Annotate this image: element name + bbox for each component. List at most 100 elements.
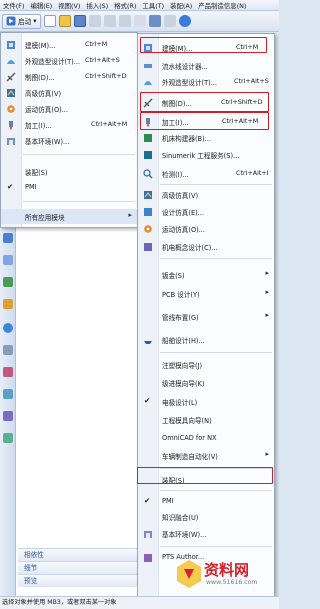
submenu-item-pcb-design[interactable]: PCB 设计(Y) ▸ xyxy=(138,286,274,301)
submenu-arrow-icon: ▸ xyxy=(265,269,269,277)
submenu-item-sinumerik[interactable]: Sinumerik 工程服务(S)... xyxy=(138,147,274,162)
menu-separator xyxy=(160,490,272,491)
submenu-item-engineering-die-wizard[interactable]: 工程模具向导(N) xyxy=(138,412,274,427)
menu-file[interactable]: 文件(F) xyxy=(3,1,24,10)
details-section[interactable]: 细节 xyxy=(18,561,138,574)
menu-item-drafting[interactable]: 制图(D)... Ctrl+Shift+D xyxy=(1,69,137,84)
constraint-navigator-icon[interactable] xyxy=(3,255,13,265)
reuse-library-icon[interactable] xyxy=(3,299,13,309)
copy-icon[interactable] xyxy=(103,15,116,27)
motion-simulation-icon xyxy=(7,105,15,113)
save-icon[interactable] xyxy=(73,15,86,27)
modeling-icon xyxy=(7,41,15,49)
open-folder-icon[interactable] xyxy=(58,15,71,27)
menu-format[interactable]: 格式(R) xyxy=(114,1,136,10)
highlight-box-modeling xyxy=(140,37,267,53)
watermark-logo-icon xyxy=(177,560,201,588)
watermark-text: 资料网 xyxy=(204,561,250,579)
submenu-item-advanced-simulation[interactable]: 高级仿真(V) xyxy=(138,187,274,202)
menu-view[interactable]: 视图(V) xyxy=(58,1,80,10)
line-designer-icon xyxy=(144,64,152,68)
menu-edit[interactable]: 编辑(E) xyxy=(30,1,52,10)
roles-icon[interactable] xyxy=(3,411,13,421)
start-button[interactable]: 启动 ▾ xyxy=(2,13,41,29)
submenu-item-electrode-design[interactable]: ✔ 电极设计(L) xyxy=(138,394,274,409)
gateway-icon xyxy=(7,138,15,145)
submenu-item-routing[interactable]: 管线布置(G) ▸ xyxy=(138,309,274,324)
submenu-item-mold-wizard[interactable]: 注塑模向导(J) xyxy=(138,357,274,372)
process-studio-icon[interactable] xyxy=(3,389,13,399)
sinumerik-icon xyxy=(144,151,152,159)
menu-separator xyxy=(23,201,135,202)
menu-separator xyxy=(160,184,272,185)
web-browser-icon[interactable] xyxy=(3,323,13,333)
submenu-item-vehicle-automation[interactable]: 车辆制造自动化(V) ▸ xyxy=(138,448,274,463)
submenu-arrow-icon: ▸ xyxy=(265,288,269,296)
submenu-item-design-simulation[interactable]: 设计仿真(E)... xyxy=(138,204,274,219)
submenu-item-shape-studio[interactable]: 外观造型设计(T)... Ctrl+Alt+S xyxy=(138,74,274,89)
menu-insert[interactable]: 插入(S) xyxy=(86,1,108,10)
highlight-box-assemblies xyxy=(137,467,273,484)
submenu-item-progressive-die-wizard[interactable]: 级进模向导(K) xyxy=(138,375,274,390)
system-materials-icon[interactable] xyxy=(3,367,13,377)
submenu-item-knowledge-fusion[interactable]: 知识融合(U) xyxy=(138,509,274,524)
menu-item-gateway[interactable]: 基本环境(W)... xyxy=(1,133,137,148)
submenu-item-omnicad[interactable]: OmniCAD for NX xyxy=(138,431,274,446)
mechatronics-icon xyxy=(144,243,152,251)
submenu-arrow-icon: ▸ xyxy=(128,211,132,219)
checkmark-icon: ✔ xyxy=(144,396,151,405)
gateway-icon xyxy=(144,531,152,538)
paste-icon[interactable] xyxy=(118,15,131,27)
menu-item-pmi[interactable]: ✔ PMI xyxy=(1,180,137,195)
menu-item-advanced-simulation[interactable]: 高级仿真(V) xyxy=(1,85,137,100)
system-scene-icon[interactable] xyxy=(3,433,13,443)
machine-tool-builder-icon xyxy=(144,134,152,142)
help-icon[interactable] xyxy=(178,15,191,27)
manufacturing-icon xyxy=(9,121,13,130)
menu-pmi[interactable]: 产品制造信息(N) xyxy=(198,1,246,10)
checkmark-icon: ✔ xyxy=(7,182,14,191)
menu-item-all-applications[interactable]: 所有应用模块 ▸ xyxy=(1,209,137,224)
advanced-simulation-icon xyxy=(7,89,15,97)
standard-toolbar: 启动 ▾ xyxy=(0,11,279,32)
submenu-item-gateway[interactable]: 基本环境(W)... xyxy=(138,526,274,541)
assembly-navigator-icon[interactable] xyxy=(3,233,13,243)
watermark-url: www.51616.com xyxy=(206,579,258,586)
redo-icon[interactable] xyxy=(163,15,176,27)
menu-tools[interactable]: 工具(T) xyxy=(142,1,164,10)
menu-item-motion-simulation[interactable]: 运动仿真(O)... xyxy=(1,101,137,116)
new-file-icon[interactable] xyxy=(43,15,56,27)
menu-assemblies[interactable]: 装配(A) xyxy=(170,1,192,10)
submenu-item-mechatronics[interactable]: 机电概念设计(C)... xyxy=(138,239,274,254)
dependencies-section[interactable]: 相依性 xyxy=(18,548,138,561)
preview-section[interactable]: 预览 xyxy=(18,574,138,587)
submenu-item-sheet-metal[interactable]: 钣金(S) ▸ xyxy=(138,267,274,282)
menu-item-modeling[interactable]: 建模(M)... Ctrl+M xyxy=(1,37,137,52)
ship-design-icon xyxy=(144,341,152,344)
submenu-item-inspection[interactable]: 检测(I)... Ctrl+Alt+I xyxy=(138,166,274,181)
highlight-box-drafting xyxy=(140,92,269,112)
submenu-item-line-designer[interactable]: 流水线设计器... xyxy=(138,58,274,73)
checkmark-icon: ✔ xyxy=(144,496,151,505)
shape-studio-icon xyxy=(144,81,152,85)
watermark: 资料网 www.51616.com xyxy=(176,555,276,597)
menu-item-shape-studio[interactable]: 外观造型设计(T)... Ctrl+Alt+S xyxy=(1,53,137,68)
menu-separator xyxy=(160,352,272,353)
part-navigator-icon[interactable] xyxy=(3,277,13,287)
menu-separator xyxy=(160,258,272,259)
submenu-item-motion-simulation[interactable]: 运动仿真(O)... xyxy=(138,221,274,236)
highlight-box-manufacturing xyxy=(140,112,269,130)
motion-simulation-icon xyxy=(144,225,152,233)
submenu-item-machine-tool-builder[interactable]: 机床构建器(B)... xyxy=(138,130,274,145)
history-icon[interactable] xyxy=(3,345,13,355)
submenu-item-ship-design[interactable]: 船舶设计(H)... xyxy=(138,332,274,347)
menu-item-manufacturing[interactable]: 加工(I)... Ctrl+Alt+M xyxy=(1,117,137,132)
undo-icon[interactable] xyxy=(148,15,161,27)
design-simulation-icon xyxy=(144,208,152,216)
menu-item-assemblies[interactable]: 装配(S) xyxy=(1,164,137,179)
chevron-down-icon: ▾ xyxy=(33,17,37,25)
delete-icon[interactable] xyxy=(133,15,146,27)
submenu-item-pmi[interactable]: ✔ PMI xyxy=(138,494,274,509)
cut-icon[interactable] xyxy=(88,15,101,27)
menu-bar: 文件(F) 编辑(E) 视图(V) 插入(S) 格式(R) 工具(T) 装配(A… xyxy=(0,0,279,11)
